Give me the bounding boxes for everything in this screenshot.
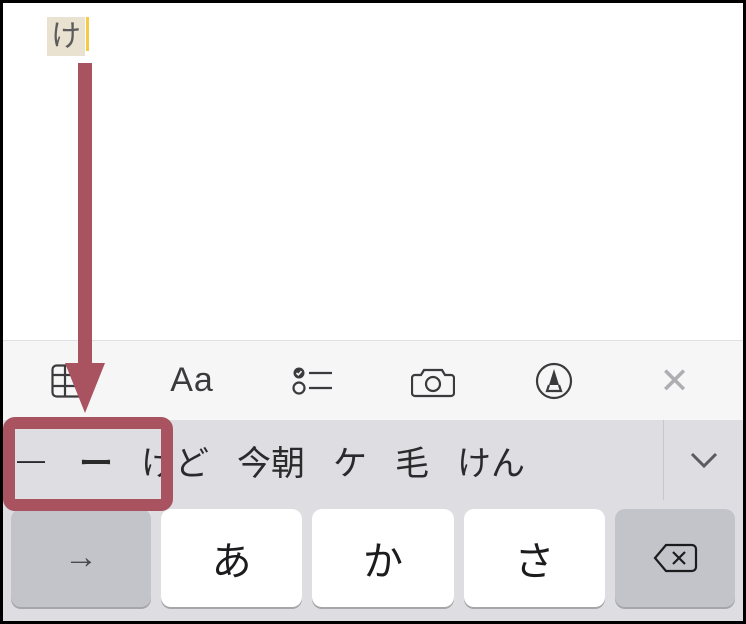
candidate-item[interactable]: けん [443,436,539,485]
aa-label: Aa [170,361,214,400]
text-style-button[interactable]: Aa [137,351,247,411]
close-icon: ✕ [660,360,690,402]
format-toolbar: Aa ✕ [3,340,743,420]
camera-button[interactable] [378,351,488,411]
kana-key-sa[interactable]: さ [464,509,605,607]
camera-icon [411,364,455,398]
tab-key[interactable]: → [11,509,151,607]
table-button[interactable] [16,351,126,411]
checklist-button[interactable] [258,351,368,411]
kana-key-ka[interactable]: か [312,509,453,607]
candidate-item[interactable]: ー [65,436,127,485]
delete-key[interactable] [615,509,735,607]
composing-text: け [47,17,85,56]
candidate-item[interactable]: — [3,444,65,476]
markup-icon [535,362,573,400]
chevron-down-icon [689,451,719,469]
checklist-icon [292,366,334,396]
tab-arrow-icon: → [64,538,98,577]
expand-candidates-button[interactable] [663,420,743,500]
text-caret [86,17,89,51]
candidate-item[interactable]: 今朝 [223,436,319,485]
markup-button[interactable] [499,351,609,411]
candidate-item[interactable]: ケ [319,436,381,485]
candidate-item[interactable]: 毛 [381,436,443,485]
kana-key-a[interactable]: あ [161,509,302,607]
text-editor[interactable]: け [3,3,743,340]
candidate-item[interactable]: けど [127,436,223,485]
candidate-bar: — ー けど 今朝 ケ 毛 けん [3,420,743,500]
close-toolbar-button[interactable]: ✕ [620,351,730,411]
backspace-icon [652,542,698,574]
keyboard-row: → あ か さ [3,500,743,621]
table-icon [51,364,91,398]
